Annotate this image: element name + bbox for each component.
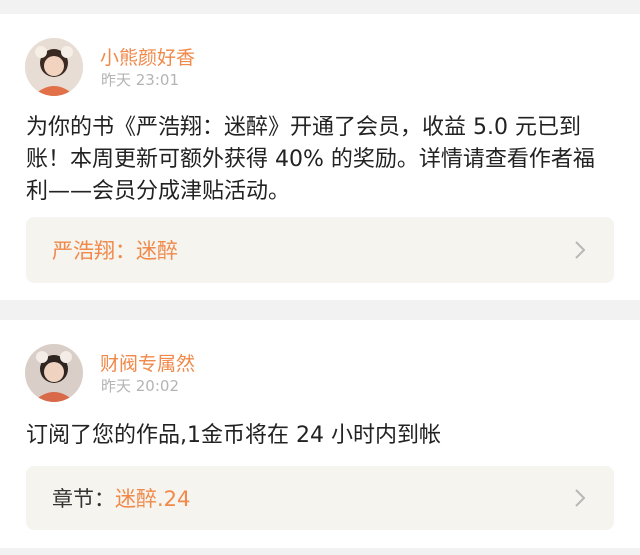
username[interactable]: 小熊颜好香 [100,43,195,70]
book-link-text: 严浩翔：迷醉 [52,235,178,265]
chapter-link-card[interactable]: 章节：迷醉.24 [26,466,614,530]
timestamp: 昨天 20:02 [101,377,179,395]
notification-feed: 小熊颜好香 昨天 23:01 为你的书《严浩翔：迷醉》开通了会员，收益 5.0 … [0,0,640,555]
book-title: 严浩翔：迷醉 [52,239,178,263]
chapter-link-text: 章节：迷醉.24 [52,483,190,513]
notification-message: 订阅了您的作品,1金币将在 24 小时内到帐 [26,423,441,448]
user-avatar-icon[interactable] [25,344,83,402]
chevron-right-icon [575,489,586,507]
username[interactable]: 财阀专属然 [100,349,195,376]
link-prefix: 章节： [52,487,115,511]
chevron-right-icon [575,241,586,259]
notification-card: 小熊颜好香 昨天 23:01 为你的书《严浩翔：迷醉》开通了会员，收益 5.0 … [0,14,640,300]
user-avatar-icon[interactable] [25,38,83,96]
book-link-card[interactable]: 严浩翔：迷醉 [26,217,614,283]
chapter-title: 迷醉.24 [115,487,191,511]
notification-card: 财阀专属然 昨天 20:02 订阅了您的作品,1金币将在 24 小时内到帐 章节… [0,320,640,548]
notification-message: 为你的书《严浩翔：迷醉》开通了会员，收益 5.0 元已到账！本周更新可额外获得 … [26,115,595,204]
timestamp: 昨天 23:01 [101,71,179,89]
